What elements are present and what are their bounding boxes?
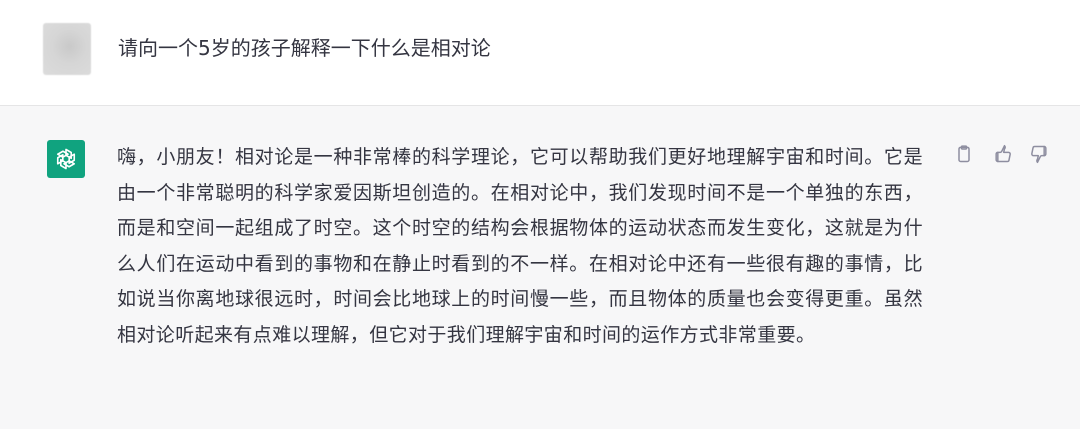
message-actions <box>952 142 1052 166</box>
user-message-text: 请向一个5岁的孩子解释一下什么是相对论 <box>118 36 491 60</box>
user-message-row: 请向一个5岁的孩子解释一下什么是相对论 <box>0 0 1080 106</box>
bot-avatar <box>47 140 85 178</box>
assistant-message-row: 嗨，小朋友！相对论是一种非常棒的科学理论，它可以帮助我们更好地理解宇宙和时间。它… <box>0 106 1080 429</box>
like-button[interactable] <box>990 142 1014 166</box>
dislike-button[interactable] <box>1028 142 1052 166</box>
thumbs-down-icon <box>1031 145 1047 164</box>
thumbs-up-icon <box>995 144 1011 163</box>
openai-logo-icon <box>56 148 76 170</box>
user-avatar <box>43 23 91 75</box>
assistant-message-text: 嗨，小朋友！相对论是一种非常棒的科学理论，它可以帮助我们更好地理解宇宙和时间。它… <box>117 146 923 346</box>
copy-button[interactable] <box>952 142 976 166</box>
clipboard-icon <box>958 145 970 163</box>
